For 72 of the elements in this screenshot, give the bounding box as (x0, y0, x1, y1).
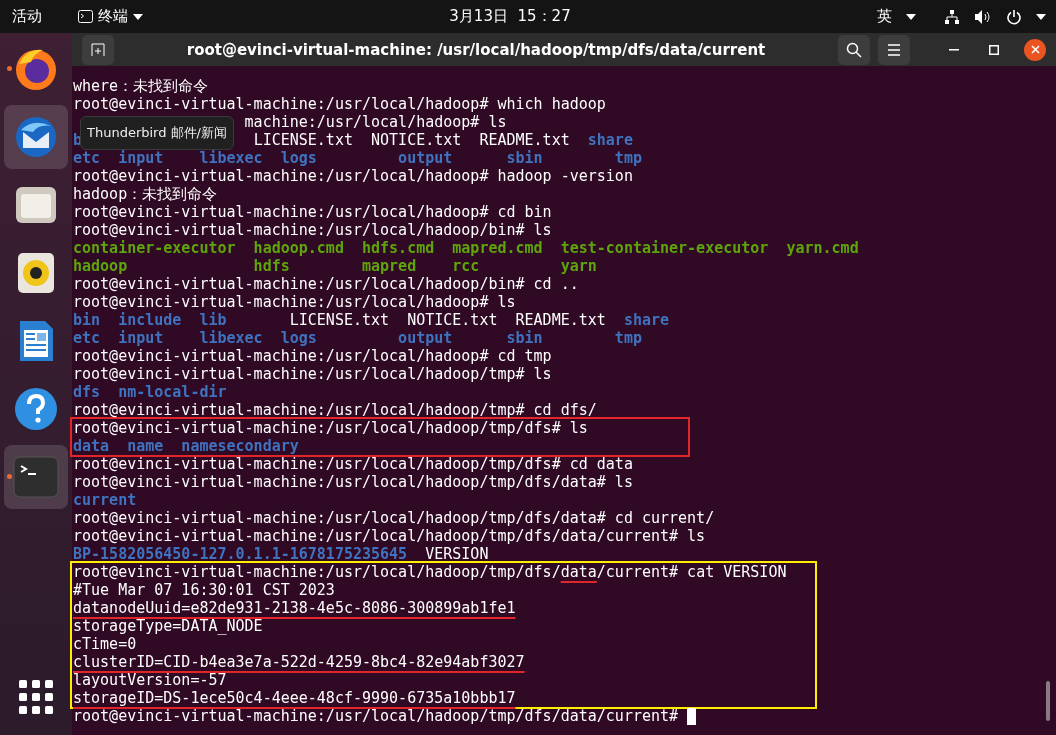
search-button[interactable] (838, 34, 870, 65)
terminal-text: where：未找到命令 (73, 77, 209, 95)
menu-button[interactable] (878, 34, 910, 65)
terminal-text: container-executor hadoop.cmd hdfs.cmd mapred.cmd test-container-executor yarn.cmd (73, 239, 859, 257)
terminal-text: storageID=DS-1ece50c4-4eee-48cf-9990-6735a10bbb17 (73, 689, 516, 707)
terminal-text: root@evinci-virtual-machine:/usr/local/hadoop/bin# ls (73, 221, 552, 239)
terminal-text: root@evinci-virtual-machine:/usr/local/hadoop/tmp/dfs# cd data (73, 455, 633, 473)
maximize-icon (989, 44, 999, 55)
terminal-text: storageType=DATA_NODE (73, 617, 263, 635)
terminal-text: machine:/usr/local/hadoop# ls (244, 113, 507, 131)
new-tab-button[interactable] (82, 34, 114, 65)
network-icon[interactable] (944, 8, 960, 25)
caret-icon (906, 13, 916, 20)
tooltip: Thunderbird 邮件/新闻 (80, 116, 234, 150)
terminal-text: root@evinci-virtual-machine:/usr/local/hadoop/tmp/dfs/ (73, 563, 561, 581)
terminal-text: root@evinci-virtual-machine:/usr/local/hadoop/tmp# ls (73, 365, 552, 383)
caret-icon (1036, 13, 1046, 20)
terminal-text: dfs nm-local-dir (73, 383, 227, 401)
terminal-text: LICENSE.txt NOTICE.txt README.txt (289, 311, 606, 329)
terminal-text: root@evinci-virtual-machine:/usr/local/hadoop/tmp/dfs/data/current# (73, 707, 679, 725)
terminal-text: share (623, 311, 670, 329)
terminal-text: root@evinci-virtual-machine:/usr/local/hadoop/bin# cd .. (73, 275, 579, 293)
terminal-text: /current# cat VERSION (596, 563, 787, 581)
activities-button[interactable]: 活动 (12, 7, 42, 26)
terminal-text: current (73, 491, 137, 509)
terminal-text: hadoop hdfs mapred rcc yarn (73, 257, 597, 275)
minimize-icon (949, 48, 959, 51)
caret-icon (133, 13, 143, 20)
scrollbar[interactable] (1046, 681, 1050, 721)
terminal-text: data name namesecondary (73, 437, 299, 455)
new-tab-icon (91, 42, 105, 57)
terminal-text: root@evinci-virtual-machine:/usr/local/hadoop# which hadoop (73, 95, 606, 113)
terminal-text: root@evinci-virtual-machine:/usr/local/hadoop/tmp/dfs/data# ls (73, 473, 633, 491)
terminal-text: clusterID=CID-b4ea3e7a-522d-4259-8bc4-82e94abf3027 (73, 653, 525, 671)
terminal-text: #Tue Mar 07 16:30:01 CST 2023 (73, 581, 335, 599)
terminal-text: etc input libexec logs output sbin tmp (73, 329, 642, 347)
close-button[interactable] (1024, 38, 1046, 61)
search-icon (846, 41, 862, 58)
terminal-text: share (587, 131, 633, 149)
terminal-text: root@evinci-virtual-machine:/usr/local/hadoop/tmp# cd dfs/ (73, 401, 597, 419)
volume-icon[interactable] (974, 8, 992, 25)
terminal-text: hadoop：未找到命令 (73, 185, 218, 203)
terminal-text: root@evinci-virtual-machine:/usr/local/hadoop# ls (73, 293, 516, 311)
terminal-text: bin include lib (73, 311, 227, 329)
terminal-text: datanodeUuid=e82de931-2138-4e5c-8086-300899ab1fe1 (73, 599, 516, 617)
terminal-text: layoutVersion=-57 (73, 671, 227, 689)
app-menu[interactable]: 终端 (78, 7, 143, 26)
terminal-text: root@evinci-virtual-machine:/usr/local/hadoop# cd tmp (73, 347, 552, 365)
clock[interactable]: 3月13日 15：27 (143, 7, 877, 26)
terminal-text: root@evinci-virtual-machine:/usr/local/hadoop/tmp/dfs/data# cd current/ (73, 509, 715, 527)
terminal-text: root@evinci-virtual-machine:/usr/local/hadoop/tmp/dfs/data/current# ls (73, 527, 706, 545)
mail-bird-icon (13, 114, 59, 160)
power-icon[interactable] (1006, 8, 1022, 25)
terminal-text: root@evinci-virtual-machine:/usr/local/hadoop/tmp/dfs# ls (73, 419, 588, 437)
terminal-icon (78, 10, 93, 23)
app-name: 终端 (98, 7, 128, 26)
menu-icon (887, 43, 901, 56)
terminal-text: etc input libexec logs output sbin tmp (73, 149, 642, 167)
terminal-text: VERSION (425, 545, 489, 563)
close-icon (1030, 45, 1040, 54)
terminal-text: root@evinci-virtual-machine:/usr/local/hadoop# cd bin (73, 203, 552, 221)
terminal-text: cTime=0 (73, 635, 137, 653)
help-icon (13, 386, 59, 432)
text-cursor (687, 707, 697, 725)
input-method[interactable]: 英 (877, 7, 892, 26)
terminal-icon (13, 456, 59, 498)
terminal-text: root@evinci-virtual-machine:/usr/local/hadoop# hadoop -version (73, 167, 633, 185)
terminal-text: LICENSE.txt NOTICE.txt README.txt (253, 131, 570, 149)
dock-item[interactable] (4, 105, 68, 169)
window-title: root@evinci-virtual-machine: /usr/local/hadoop/tmp/dfs/data/current (185, 40, 767, 59)
terminal-text: BP-1582056450-127.0.1.1-1678175235645 (73, 545, 408, 563)
terminal-text: data (560, 563, 597, 581)
